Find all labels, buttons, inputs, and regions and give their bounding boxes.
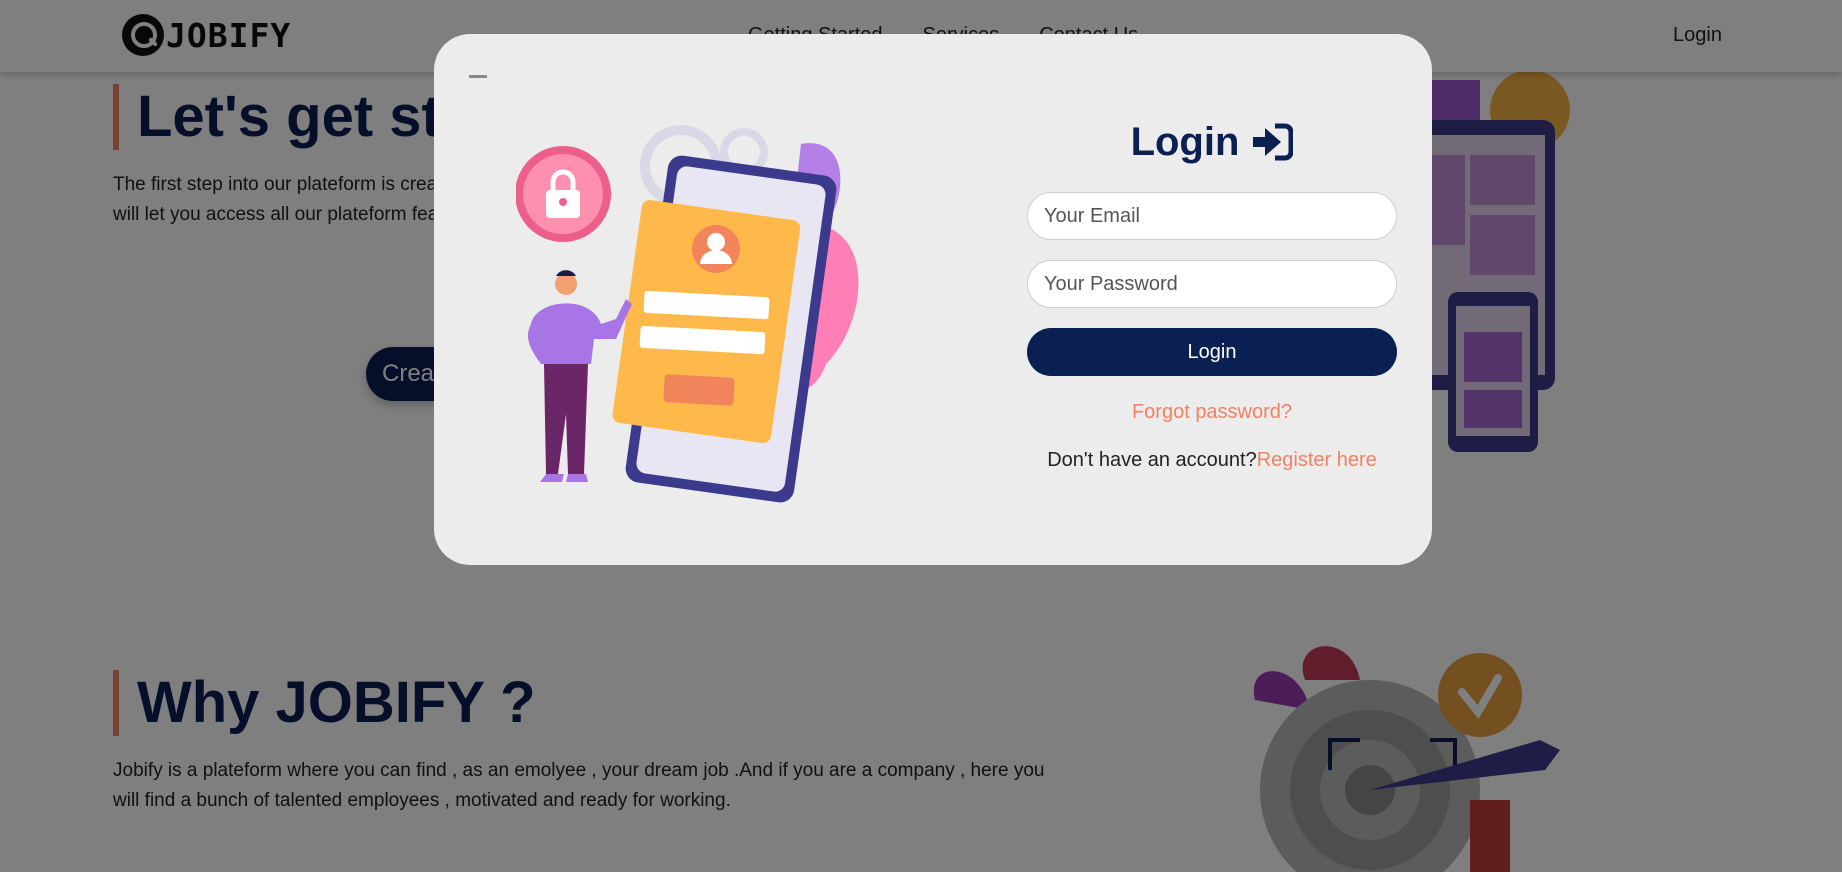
minus-icon[interactable] xyxy=(469,70,489,84)
email-input[interactable] xyxy=(1027,192,1397,240)
register-line: Don't have an account?Register here xyxy=(1027,449,1397,472)
secure-login-illustration xyxy=(516,125,859,503)
forgot-password-link[interactable]: Forgot password? xyxy=(1027,401,1397,424)
login-submit-button[interactable]: Login xyxy=(1027,328,1397,376)
login-title: Login xyxy=(1130,119,1240,164)
register-link[interactable]: Register here xyxy=(1257,449,1377,471)
login-form: Login Login Forgot password? Don't have … xyxy=(1027,114,1397,472)
login-modal: Login Login Forgot password? Don't have … xyxy=(434,34,1432,565)
sign-in-icon xyxy=(1253,123,1294,161)
password-input[interactable] xyxy=(1027,260,1397,308)
login-heading: Login xyxy=(1027,114,1397,170)
register-prompt: Don't have an account? xyxy=(1047,449,1257,471)
